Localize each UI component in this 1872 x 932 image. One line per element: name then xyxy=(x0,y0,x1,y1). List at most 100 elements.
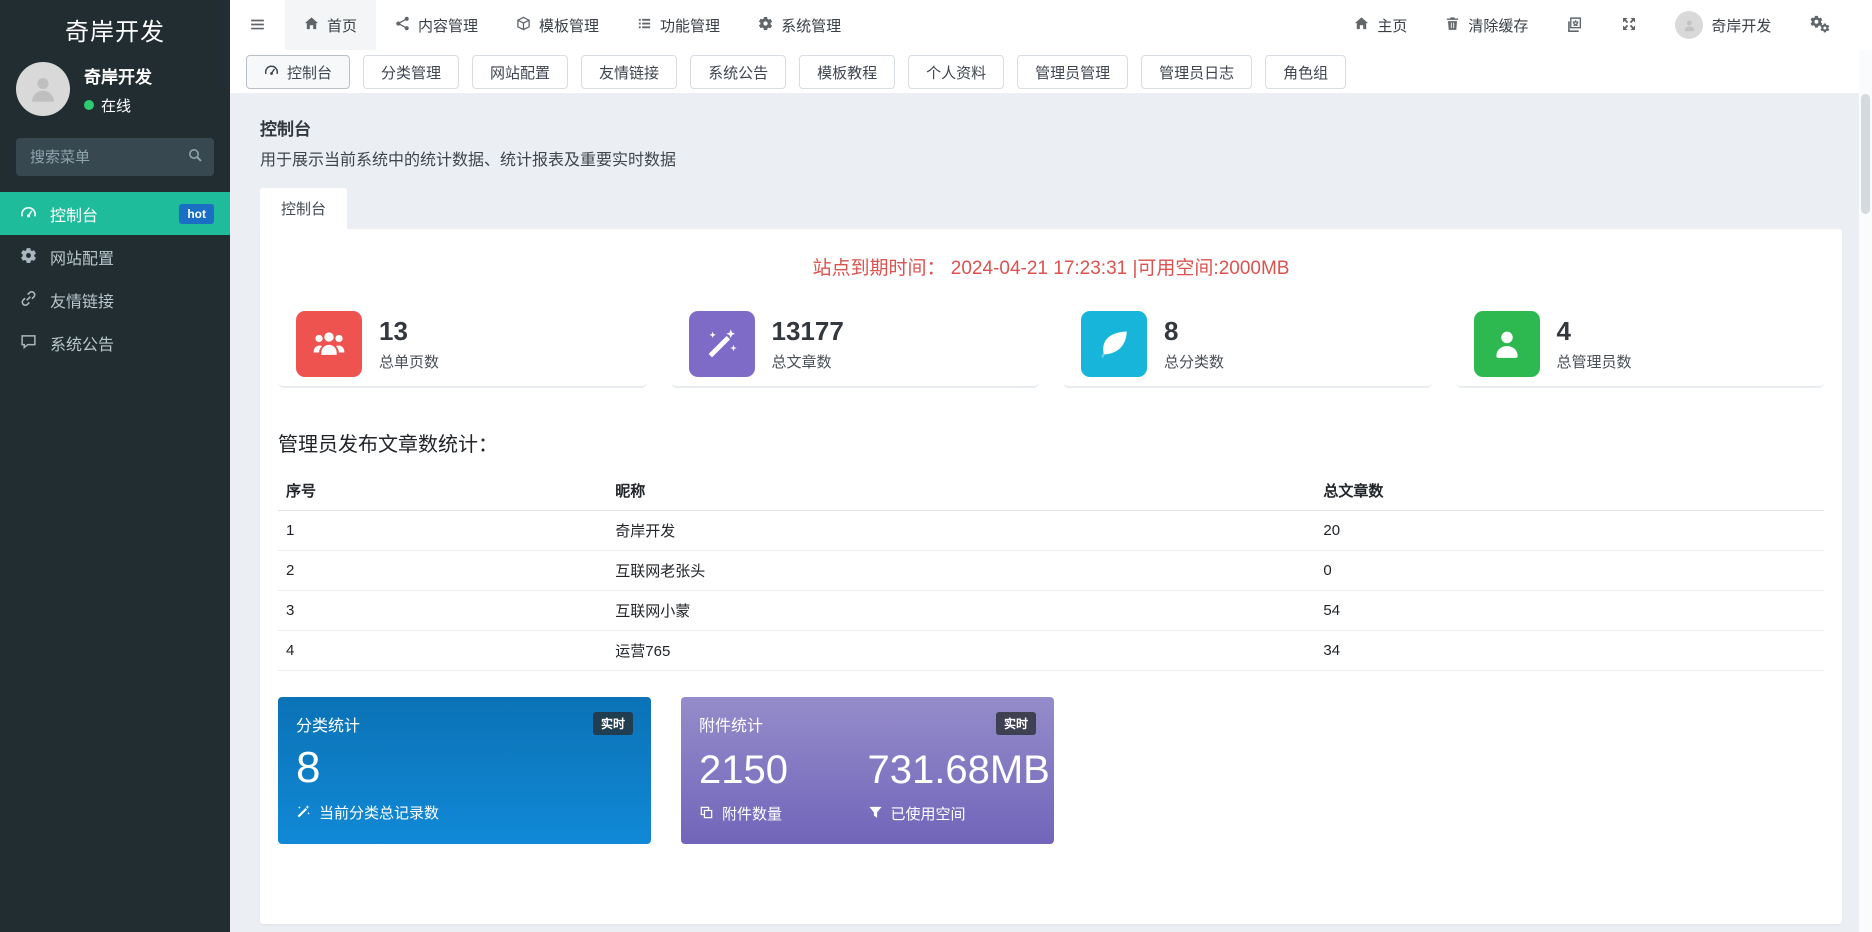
stat-value: 8 xyxy=(1164,316,1224,347)
cell-article-count: 34 xyxy=(1315,631,1824,671)
sidebar-item-label: 控制台 xyxy=(50,202,98,226)
language-icon xyxy=(1566,16,1583,35)
tab-label: 角色组 xyxy=(1283,62,1328,83)
nav-tab-label: 功能管理 xyxy=(660,15,720,36)
cell-nickname: 奇岸开发 xyxy=(607,511,1315,551)
home-icon xyxy=(1354,16,1369,33)
tab-profile[interactable]: 个人资料 xyxy=(908,55,1004,89)
language-button[interactable] xyxy=(1547,0,1602,50)
table-header-row: 序号 昵称 总文章数 xyxy=(278,471,1824,511)
tab-site-config[interactable]: 网站配置 xyxy=(472,55,568,89)
sidebar-item-console[interactable]: 控制台 hot xyxy=(0,192,230,235)
gear-icon xyxy=(758,16,773,33)
user-menu[interactable]: 奇岸开发 xyxy=(1656,0,1790,50)
sidebar-item-label: 友情链接 xyxy=(50,288,114,312)
magic-wand-icon xyxy=(296,804,311,821)
sidebar-item-announcements[interactable]: 系统公告 xyxy=(0,321,230,364)
share-nodes-icon xyxy=(395,16,410,33)
tab-label: 分类管理 xyxy=(381,62,441,83)
trash-icon xyxy=(1445,16,1460,33)
console-panel: 站点到期时间： 2024-04-21 17:23:31 |可用空间:2000MB… xyxy=(260,229,1842,924)
nav-tab-label: 内容管理 xyxy=(418,15,478,36)
expand-icon xyxy=(1621,16,1637,34)
tab-role-groups[interactable]: 角色组 xyxy=(1265,55,1346,89)
column-header-nickname: 昵称 xyxy=(607,471,1315,511)
scrollbar-thumb[interactable] xyxy=(1861,94,1870,214)
fullscreen-button[interactable] xyxy=(1602,0,1656,50)
user-name: 奇岸开发 xyxy=(84,63,152,88)
tab-label: 网站配置 xyxy=(490,62,550,83)
sidebar-item-friend-links[interactable]: 友情链接 xyxy=(0,278,230,321)
tab-friend-links[interactable]: 友情链接 xyxy=(581,55,677,89)
cell-index: 2 xyxy=(278,551,607,591)
sidebar: 奇岸开发 奇岸开发 在线 控制台 hot 网站配置 友情链接 系统公告 xyxy=(0,0,230,932)
tab-category-management[interactable]: 分类管理 xyxy=(363,55,459,89)
hot-badge: hot xyxy=(179,204,214,224)
attachment-count-label: 附件数量 xyxy=(722,803,782,824)
stat-label: 总文章数 xyxy=(772,351,844,372)
stat-label: 总单页数 xyxy=(379,351,439,372)
nav-tab-content[interactable]: 内容管理 xyxy=(376,0,497,50)
article-stats-heading: 管理员发布文章数统计： xyxy=(278,428,1824,457)
realtime-badge: 实时 xyxy=(593,712,633,735)
table-row: 2 互联网老张头 0 xyxy=(278,551,1824,591)
dashboard-icon xyxy=(264,63,279,80)
home-icon xyxy=(304,16,319,33)
cell-index: 1 xyxy=(278,511,607,551)
stat-cards: 13 总单页数 13177 总文章数 8 总分类数 xyxy=(278,302,1824,388)
category-count-label: 当前分类总记录数 xyxy=(319,802,439,823)
stat-label: 总管理员数 xyxy=(1557,351,1632,372)
nav-tab-functions[interactable]: 功能管理 xyxy=(618,0,739,50)
cell-index: 4 xyxy=(278,631,607,671)
list-icon xyxy=(637,16,652,33)
search-icon[interactable] xyxy=(176,138,214,176)
cube-icon xyxy=(516,16,531,33)
tab-announcements[interactable]: 系统公告 xyxy=(690,55,786,89)
tab-template-tutorial[interactable]: 模板教程 xyxy=(799,55,895,89)
user-icon xyxy=(1474,311,1540,377)
tab-admin-management[interactable]: 管理员管理 xyxy=(1017,55,1128,89)
category-count: 8 xyxy=(296,746,633,790)
scrollbar[interactable] xyxy=(1859,50,1872,932)
cell-article-count: 0 xyxy=(1315,551,1824,591)
cogs-icon xyxy=(1809,15,1831,35)
tab-console[interactable]: 控制台 xyxy=(246,55,350,89)
article-stats-table: 序号 昵称 总文章数 1 奇岸开发 20 2 互联网老张头 0 xyxy=(278,471,1824,671)
tab-label: 系统公告 xyxy=(708,62,768,83)
realtime-badge: 实时 xyxy=(996,712,1036,735)
panel-tab-console[interactable]: 控制台 xyxy=(260,188,347,229)
card-title: 附件统计 xyxy=(699,712,763,736)
column-header-index: 序号 xyxy=(278,471,607,511)
attachment-count: 2150 xyxy=(699,750,868,790)
hamburger-icon xyxy=(249,16,266,35)
table-row: 4 运营765 34 xyxy=(278,631,1824,671)
cell-article-count: 54 xyxy=(1315,591,1824,631)
category-stats-card: 分类统计 实时 8 当前分类总记录数 xyxy=(278,697,651,844)
stat-value: 4 xyxy=(1557,316,1632,347)
sidebar-search xyxy=(16,138,214,176)
gear-icon xyxy=(20,247,37,267)
topbar: 首页 内容管理 模板管理 功能管理 系统管理 主页 xyxy=(230,0,1872,50)
clear-cache-button[interactable]: 清除缓存 xyxy=(1426,0,1547,50)
tab-strip: 控制台 分类管理 网站配置 友情链接 系统公告 模板教程 个人资料 管理员管理 … xyxy=(230,50,1872,93)
dashboard-icon xyxy=(20,204,37,224)
nav-tab-home[interactable]: 首页 xyxy=(285,0,376,50)
cell-article-count: 20 xyxy=(1315,511,1824,551)
nav-tab-system[interactable]: 系统管理 xyxy=(739,0,860,50)
settings-button[interactable] xyxy=(1790,0,1850,50)
used-space-label: 已使用空间 xyxy=(891,803,966,824)
nav-tab-label: 系统管理 xyxy=(781,15,841,36)
nav-tab-templates[interactable]: 模板管理 xyxy=(497,0,618,50)
clear-cache-label: 清除缓存 xyxy=(1468,15,1528,36)
stat-value: 13 xyxy=(379,316,439,347)
sidebar-toggle-button[interactable] xyxy=(230,0,285,50)
homepage-link[interactable]: 主页 xyxy=(1335,0,1426,50)
tab-admin-logs[interactable]: 管理员日志 xyxy=(1141,55,1252,89)
site-expiry-notice: 站点到期时间： 2024-04-21 17:23:31 |可用空间:2000MB xyxy=(278,253,1824,280)
cell-nickname: 运营765 xyxy=(607,631,1315,671)
tab-label: 模板教程 xyxy=(817,62,877,83)
sidebar-item-site-config[interactable]: 网站配置 xyxy=(0,235,230,278)
stat-label: 总分类数 xyxy=(1164,351,1224,372)
link-icon xyxy=(20,290,37,310)
nav-tab-label: 模板管理 xyxy=(539,15,599,36)
